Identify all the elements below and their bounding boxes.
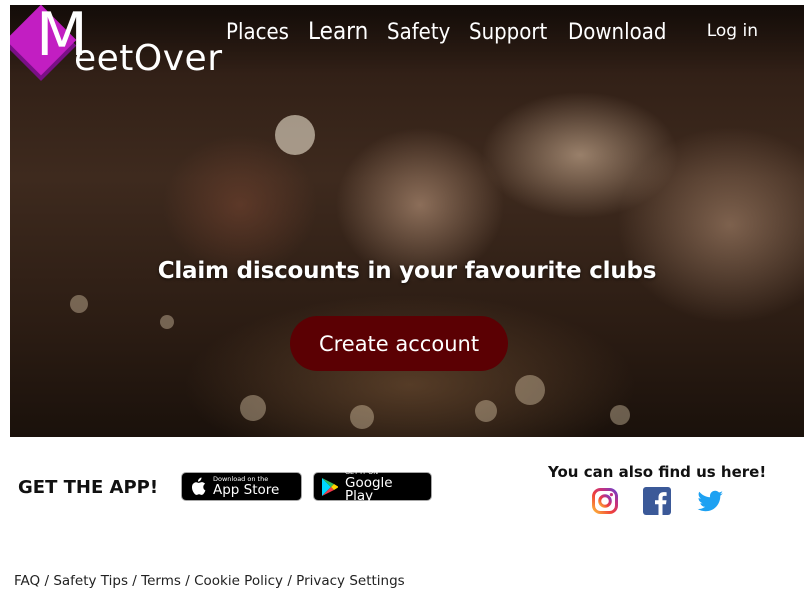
footer-links: FAQ / Safety Tips / Terms / Cookie Polic… [14,573,405,589]
nav-safety[interactable]: Safety [387,20,450,45]
app-store-title: App Store [213,481,280,498]
apple-icon [188,477,208,497]
bokeh-light [240,395,266,421]
create-account-button[interactable]: Create account [290,316,508,371]
hero-banner: M eetOver Places Learn Safety Support Do… [10,5,804,437]
google-play-icon [320,477,340,497]
google-play-title: Google Play [345,474,393,505]
footer-cookie-policy-link[interactable]: Cookie Policy [194,573,283,589]
bokeh-light [610,405,630,425]
find-us-heading: You can also find us here! [548,463,767,481]
meetover-logo[interactable]: M eetOver [10,5,222,87]
footer-separator: / [287,573,292,589]
nav-support[interactable]: Support [469,20,547,45]
instagram-icon[interactable] [591,487,619,515]
footer-separator: / [185,573,190,589]
google-play-badge[interactable]: GET IT ON Google Play [313,469,432,504]
google-play-text: GET IT ON Google Play [345,469,425,504]
bokeh-light [475,400,497,422]
footer-separator: / [132,573,137,589]
nav-places[interactable]: Places [226,20,289,45]
hero-tagline: Claim discounts in your favourite clubs [157,258,657,284]
footer-separator: / [44,573,50,589]
footer-safety-tips-link[interactable]: Safety Tips [53,573,128,589]
footer-terms-link[interactable]: Terms [141,573,181,589]
nav-learn[interactable]: Learn [308,17,368,45]
main-nav: Places Learn Safety Support Download [226,17,678,45]
app-store-badge[interactable]: Download on the App Store [181,472,302,501]
facebook-icon[interactable] [643,487,671,515]
bokeh-light [350,405,374,429]
twitter-icon[interactable] [696,487,724,515]
get-the-app-heading: GET THE APP! [18,477,159,498]
footer-privacy-settings-link[interactable]: Privacy Settings [296,573,405,589]
logo-wordmark: eetOver [74,38,223,79]
footer-faq-link[interactable]: FAQ [14,573,40,589]
bokeh-light [275,115,315,155]
login-link[interactable]: Log in [707,21,758,41]
nav-download[interactable]: Download [568,20,666,45]
bokeh-light [160,315,174,329]
bokeh-light [70,295,88,313]
app-store-text: Download on the App Store [213,476,279,497]
bokeh-light [515,375,545,405]
